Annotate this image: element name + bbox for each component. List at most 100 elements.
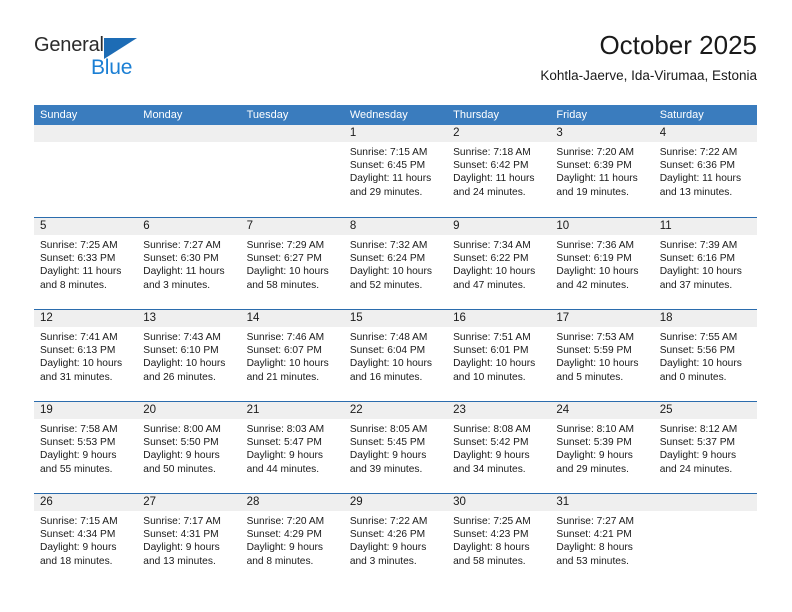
calendar-day-cell[interactable]: 20 Sunrise: 8:00 AM Sunset: 5:50 PM Dayligh…	[137, 402, 241, 493]
calendar-day-cell[interactable]: 17 Sunrise: 7:53 AM Sunset: 5:59 PM Dayligh…	[550, 310, 654, 401]
day-number: 20	[137, 402, 241, 419]
calendar-day-cell[interactable]: 6 Sunrise: 7:27 AM Sunset: 6:30 PM Daylight…	[137, 218, 241, 309]
calendar-day-cell[interactable]: 2 Sunrise: 7:18 AM Sunset: 6:42 PM Daylight…	[447, 125, 551, 217]
daylight-text-line2: and 58 minutes.	[453, 555, 526, 567]
day-number: 27	[137, 494, 241, 511]
sunset-text: Sunset: 5:56 PM	[659, 345, 736, 357]
calendar-day-cell[interactable]: 18 Sunrise: 7:55 AM Sunset: 5:56 PM Dayligh…	[653, 310, 757, 401]
sunset-text: Sunset: 5:37 PM	[659, 437, 736, 449]
daylight-text-line2: and 24 minutes.	[453, 186, 526, 198]
brand-logo[interactable]: General Blue	[34, 34, 164, 86]
calendar-day-cell[interactable]: 4 Sunrise: 7:22 AM Sunset: 6:36 PM Daylight…	[653, 125, 757, 217]
sunrise-text: Sunrise: 7:27 AM	[143, 240, 221, 251]
calendar-day-cell[interactable]: 16 Sunrise: 7:51 AM Sunset: 6:01 PM Dayligh…	[447, 310, 551, 401]
daylight-text-line2: and 5 minutes.	[556, 371, 624, 383]
sunrise-text: Sunrise: 8:03 AM	[246, 424, 325, 435]
sunset-text: Sunset: 4:21 PM	[556, 529, 632, 541]
calendar-day-cell[interactable]: 15 Sunrise: 7:48 AM Sunset: 6:04 PM Dayligh…	[343, 310, 448, 401]
calendar-day-cell[interactable]: 14 Sunrise: 7:46 AM Sunset: 6:07 PM Dayligh…	[240, 310, 344, 401]
day-number: 26	[34, 494, 138, 511]
calendar-day-cell[interactable]: 26 Sunrise: 7:15 AM Sunset: 4:34 PM Dayligh…	[34, 494, 138, 585]
sunset-text: Sunset: 6:22 PM	[453, 253, 529, 265]
calendar-day-cell[interactable]: 8 Sunrise: 7:32 AM Sunset: 6:24 PM Daylight…	[343, 218, 448, 309]
calendar-day-cell[interactable]: 24 Sunrise: 8:10 AM Sunset: 5:39 PM Dayligh…	[550, 402, 654, 493]
sunset-text: Sunset: 6:30 PM	[143, 253, 219, 265]
calendar-day-cell[interactable]: 23 Sunrise: 8:08 AM Sunset: 5:42 PM Dayligh…	[447, 402, 551, 493]
day-info: Sunrise: 7:48 AM Sunset: 6:04 PM Daylight:…	[344, 327, 447, 384]
daylight-text-line2: and 10 minutes.	[453, 371, 526, 383]
sunrise-text: Sunrise: 7:41 AM	[40, 332, 118, 343]
day-info: Sunrise: 7:36 AM Sunset: 6:19 PM Daylight:…	[550, 235, 653, 292]
day-number: 2	[447, 125, 551, 142]
sunrise-text: Sunrise: 7:15 AM	[349, 147, 428, 158]
sunrise-text: Sunrise: 7:22 AM	[659, 147, 738, 158]
calendar-day-cell[interactable]: 12 Sunrise: 7:41 AM Sunset: 6:13 PM Dayligh…	[34, 310, 138, 401]
daylight-text-line1: Daylight: 11 hours	[453, 173, 535, 185]
day-number: 11	[653, 218, 757, 235]
day-number	[653, 494, 757, 511]
calendar-day-cell[interactable]: 31 Sunrise: 7:27 AM Sunset: 4:21 PM Dayligh…	[550, 494, 654, 585]
day-info: Sunrise: 8:00 AM Sunset: 5:50 PM Daylight:…	[137, 419, 240, 476]
day-number: 28	[240, 494, 344, 511]
daylight-text-line1: Daylight: 10 hours	[453, 266, 536, 278]
calendar-day-cell[interactable]: 19 Sunrise: 7:58 AM Sunset: 5:53 PM Dayligh…	[34, 402, 138, 493]
calendar-day-cell[interactable]: 7 Sunrise: 7:29 AM Sunset: 6:27 PM Daylight…	[240, 218, 344, 309]
daylight-text-line1: Daylight: 9 hours	[40, 450, 117, 462]
calendar-day-cell[interactable]: 30 Sunrise: 7:25 AM Sunset: 4:23 PM Dayligh…	[447, 494, 551, 585]
calendar-day-cell[interactable]: 5 Sunrise: 7:25 AM Sunset: 6:33 PM Daylight…	[34, 218, 138, 309]
calendar-day-cell[interactable]: 13 Sunrise: 7:43 AM Sunset: 6:10 PM Dayligh…	[137, 310, 241, 401]
calendar-day-cell-empty	[34, 125, 138, 217]
daylight-text-line1: Daylight: 10 hours	[40, 358, 123, 370]
calendar-day-cell[interactable]: 1 Sunrise: 7:15 AM Sunset: 6:45 PM Daylight…	[343, 125, 448, 217]
daylight-text-line1: Daylight: 11 hours	[659, 173, 742, 185]
calendar-day-cell[interactable]: 21 Sunrise: 8:03 AM Sunset: 5:47 PM Dayligh…	[240, 402, 344, 493]
sunrise-text: Sunrise: 8:05 AM	[349, 424, 428, 435]
day-number: 1	[343, 125, 448, 142]
daylight-text-line2: and 16 minutes.	[349, 371, 423, 383]
day-number	[34, 125, 138, 142]
calendar-day-cell-empty	[653, 494, 757, 585]
calendar-day-cell[interactable]: 29 Sunrise: 7:22 AM Sunset: 4:26 PM Dayligh…	[343, 494, 448, 585]
calendar-weeks: 1 Sunrise: 7:15 AM Sunset: 6:45 PM Daylight…	[34, 125, 757, 585]
sunset-text: Sunset: 4:34 PM	[40, 529, 116, 541]
calendar-week-row: 26 Sunrise: 7:15 AM Sunset: 4:34 PM Dayligh…	[34, 493, 757, 585]
sunset-text: Sunset: 6:07 PM	[246, 345, 322, 357]
sunset-text: Sunset: 6:27 PM	[246, 253, 322, 265]
sunset-text: Sunset: 5:50 PM	[143, 437, 219, 449]
daylight-text-line1: Daylight: 9 hours	[556, 450, 633, 462]
daylight-text-line1: Daylight: 10 hours	[349, 266, 432, 278]
day-number: 29	[343, 494, 448, 511]
calendar-day-cell[interactable]: 27 Sunrise: 7:17 AM Sunset: 4:31 PM Dayligh…	[137, 494, 241, 585]
calendar-day-cell[interactable]: 9 Sunrise: 7:34 AM Sunset: 6:22 PM Daylight…	[447, 218, 551, 309]
daylight-text-line2: and 26 minutes.	[143, 371, 216, 383]
day-number: 24	[550, 402, 654, 419]
sunrise-text: Sunrise: 7:29 AM	[246, 240, 325, 251]
sunset-text: Sunset: 6:10 PM	[143, 345, 219, 357]
brand-name-blue: Blue	[91, 56, 133, 79]
calendar-day-cell[interactable]: 10 Sunrise: 7:36 AM Sunset: 6:19 PM Dayligh…	[550, 218, 654, 309]
day-info: Sunrise: 7:29 AM Sunset: 6:27 PM Daylight:…	[241, 235, 344, 292]
sunset-text: Sunset: 6:42 PM	[453, 160, 529, 172]
daylight-text-line1: Daylight: 10 hours	[659, 358, 742, 370]
sunrise-text: Sunrise: 7:34 AM	[453, 240, 531, 251]
calendar-day-cell[interactable]: 3 Sunrise: 7:20 AM Sunset: 6:39 PM Daylight…	[550, 125, 654, 217]
day-info: Sunrise: 7:51 AM Sunset: 6:01 PM Daylight:…	[447, 327, 550, 384]
day-number: 12	[34, 310, 138, 327]
calendar-day-cell[interactable]: 25 Sunrise: 8:12 AM Sunset: 5:37 PM Dayligh…	[653, 402, 757, 493]
daylight-text-line2: and 44 minutes.	[246, 463, 320, 475]
sunrise-text: Sunrise: 7:20 AM	[246, 516, 325, 527]
page-title: October 2025	[599, 30, 757, 60]
sunrise-text: Sunrise: 7:25 AM	[40, 240, 118, 251]
day-number: 8	[343, 218, 448, 235]
sunset-text: Sunset: 5:45 PM	[349, 437, 426, 449]
day-number: 14	[240, 310, 344, 327]
daylight-text-line1: Daylight: 10 hours	[659, 266, 742, 278]
calendar-day-cell[interactable]: 22 Sunrise: 8:05 AM Sunset: 5:45 PM Dayligh…	[343, 402, 448, 493]
sunset-text: Sunset: 4:26 PM	[349, 529, 426, 541]
calendar-day-cell[interactable]: 28 Sunrise: 7:20 AM Sunset: 4:29 PM Dayligh…	[240, 494, 344, 585]
calendar-day-cell[interactable]: 11 Sunrise: 7:39 AM Sunset: 6:16 PM Dayligh…	[653, 218, 757, 309]
daylight-text-line1: Daylight: 10 hours	[246, 358, 329, 370]
daylight-text-line2: and 29 minutes.	[349, 186, 423, 198]
daylight-text-line2: and 13 minutes.	[143, 555, 216, 567]
sunset-text: Sunset: 6:04 PM	[349, 345, 426, 357]
